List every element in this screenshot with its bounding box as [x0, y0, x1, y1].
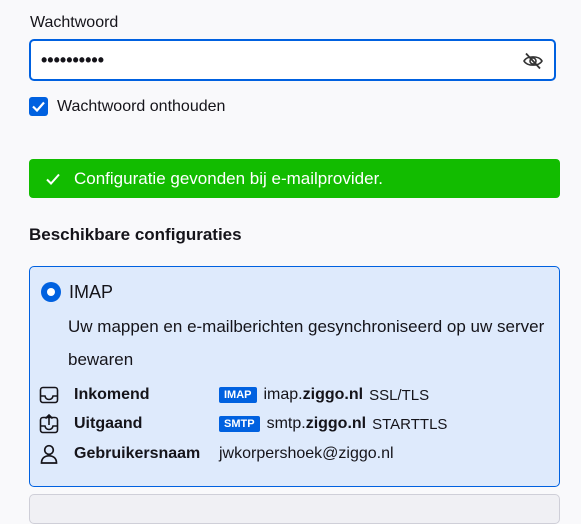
incoming-host: imap.ziggo.nl: [263, 386, 364, 403]
success-text: Configuratie gevonden bij e-mailprovider…: [74, 168, 384, 188]
imap-description: Uw mappen en e-mailberichten gesynchroni…: [68, 317, 545, 369]
outgoing-host: smtp.ziggo.nl: [266, 415, 367, 432]
eye-slash-icon[interactable]: [522, 52, 544, 70]
imap-radio[interactable]: [41, 282, 61, 302]
success-banner: Configuratie gevonden bij e-mailprovider…: [29, 159, 560, 198]
remember-password-row[interactable]: Wachtwoord onthouden: [29, 97, 225, 116]
incoming-label: Inkomend: [74, 386, 150, 403]
outbox-icon: [39, 414, 59, 434]
configs-heading: Beschikbare configuraties: [29, 225, 242, 244]
username-row: Gebruikersnaam jwkorpershoek@ziggo.nl: [39, 442, 400, 466]
smtp-badge: SMTP: [219, 416, 260, 432]
next-config-card[interactable]: [29, 494, 560, 524]
password-field[interactable]: ••••••••••: [29, 39, 556, 81]
imap-title: IMAP: [69, 282, 114, 302]
incoming-security: SSL/TLS: [369, 386, 430, 404]
outgoing-label: Uitgaand: [74, 415, 143, 432]
inbox-icon: [39, 385, 59, 405]
username-label: Gebruikersnaam: [74, 445, 201, 462]
username-value: jwkorpershoek@ziggo.nl: [219, 445, 394, 462]
password-label: Wachtwoord: [30, 14, 119, 31]
checkmark-icon: [46, 173, 60, 185]
password-value[interactable]: ••••••••••: [41, 50, 104, 71]
imap-badge: IMAP: [219, 387, 257, 403]
outgoing-row: Uitgaand SMTP smtp.ziggo.nl STARTTLS: [39, 412, 447, 436]
outgoing-security: STARTTLS: [372, 415, 448, 433]
remember-checkbox[interactable]: [29, 97, 48, 116]
user-icon: [39, 444, 59, 464]
remember-label: Wachtwoord onthouden: [57, 97, 226, 115]
incoming-row: Inkomend IMAP imap.ziggo.nl SSL/TLS: [39, 383, 429, 407]
